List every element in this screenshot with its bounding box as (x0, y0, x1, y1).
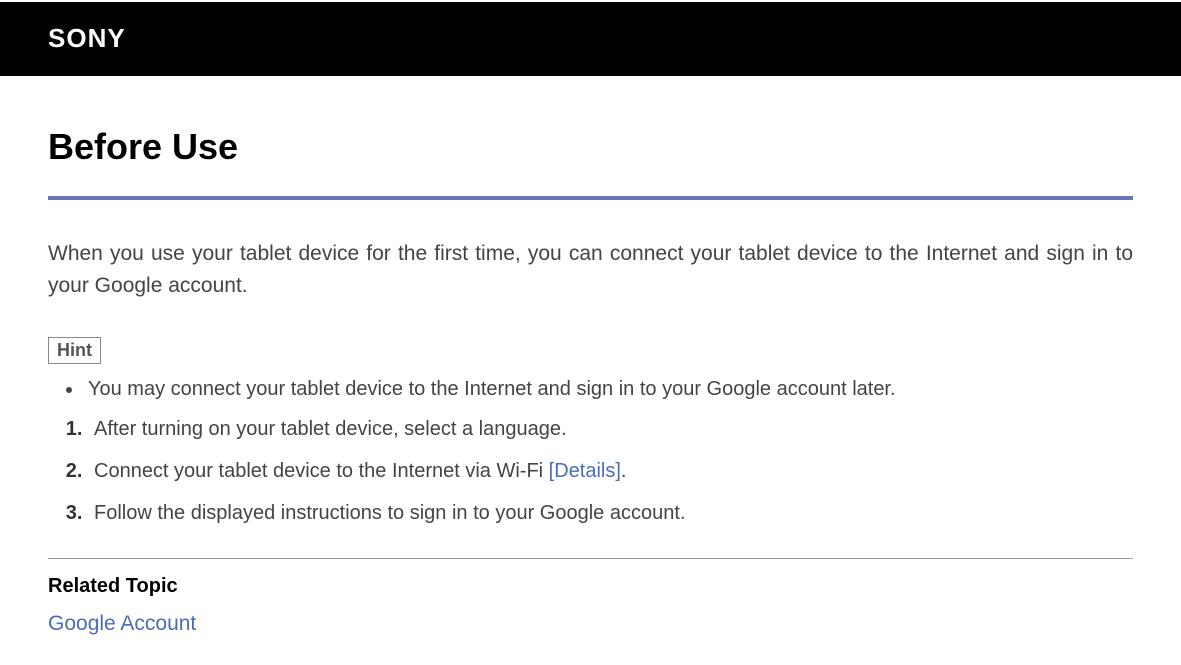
hint-badge: Hint (48, 337, 101, 364)
step-item: Connect your tablet device to the Intern… (88, 456, 1133, 486)
step-text: After turning on your tablet device, sel… (94, 418, 567, 440)
related-link-google-account[interactable]: Google Account (48, 612, 196, 635)
svg-text:SONY: SONY (48, 26, 126, 52)
step-text: Follow the displayed instructions to sig… (94, 502, 685, 524)
step-text-after: . (621, 460, 627, 482)
page-title: Before Use (48, 126, 1133, 168)
details-link[interactable]: [Details] (549, 460, 621, 482)
main-content: Before Use When you use your tablet devi… (0, 76, 1181, 656)
step-item: After turning on your tablet device, sel… (88, 414, 1133, 444)
section-divider (48, 558, 1133, 559)
header: SONY (0, 2, 1181, 76)
hint-list: You may connect your tablet device to th… (48, 374, 1133, 404)
step-text-before: Connect your tablet device to the Intern… (94, 460, 549, 482)
title-divider (48, 196, 1133, 200)
sony-logo: SONY (48, 26, 188, 52)
hint-item: You may connect your tablet device to th… (84, 374, 1133, 404)
intro-paragraph: When you use your tablet device for the … (48, 238, 1133, 301)
related-topic-heading: Related Topic (48, 575, 1133, 598)
step-item: Follow the displayed instructions to sig… (88, 498, 1133, 528)
steps-list: After turning on your tablet device, sel… (48, 414, 1133, 528)
